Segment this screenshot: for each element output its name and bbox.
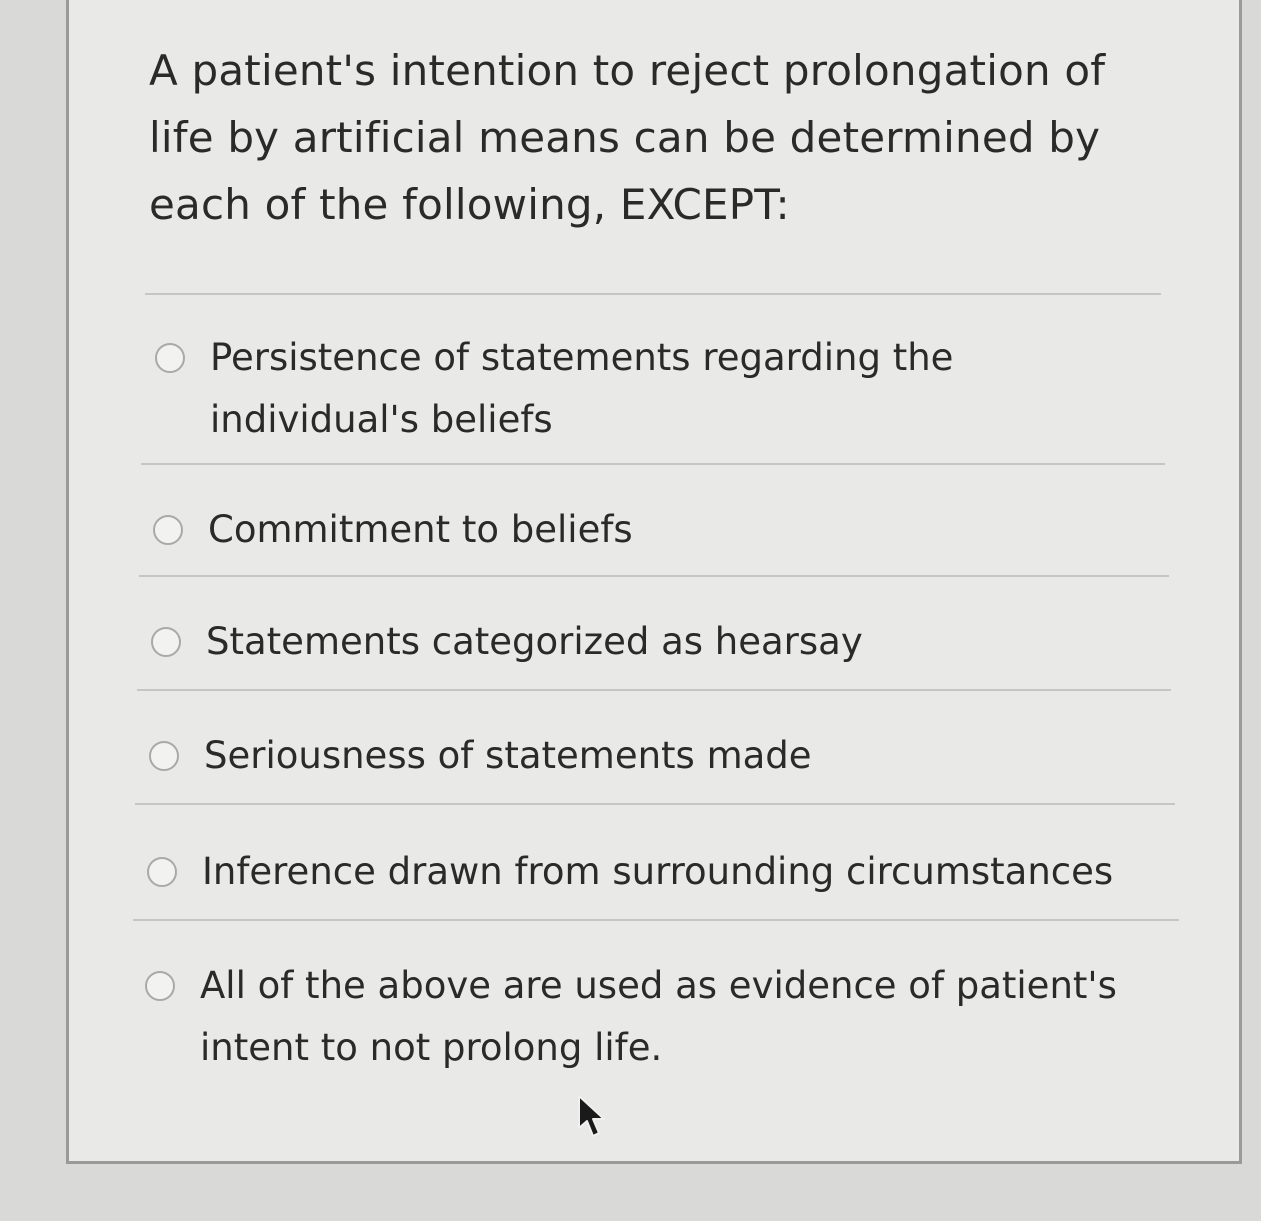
answer-option-label: Persistence of statements regarding the … [210,336,954,441]
answer-option-label: Seriousness of statements made [204,734,812,777]
divider [139,575,1169,577]
radio-button-icon[interactable] [155,343,185,373]
radio-button-icon[interactable] [151,627,181,657]
answer-option-1[interactable]: Persistence of statements regarding the … [155,336,1055,451]
arrow-cursor-icon [578,1095,605,1137]
answer-option-3[interactable]: Statements categorized as hearsay [151,620,1051,673]
answer-option-label: Inference drawn from surrounding circums… [202,850,1114,893]
answer-option-label: All of the above are used as evidence of… [200,964,1117,1069]
divider [137,689,1171,691]
radio-button-icon[interactable] [149,741,179,771]
answer-option-5[interactable]: Inference drawn from surrounding circums… [147,850,1157,903]
answer-option-2[interactable]: Commitment to beliefs [153,508,1053,561]
divider [135,803,1175,805]
answer-option-label: Statements categorized as hearsay [206,620,863,663]
divider [145,293,1161,295]
answer-option-label: Commitment to beliefs [208,508,633,551]
radio-button-icon[interactable] [147,857,177,887]
divider [141,463,1165,465]
answer-option-6[interactable]: All of the above are used as evidence of… [145,964,1125,1079]
question-card: A patient's intention to reject prolonga… [66,0,1242,1164]
question-text: A patient's intention to reject prolonga… [149,46,1106,229]
radio-button-icon[interactable] [145,971,175,1001]
divider [133,919,1179,921]
answer-option-4[interactable]: Seriousness of statements made [149,734,1049,787]
radio-button-icon[interactable] [153,515,183,545]
